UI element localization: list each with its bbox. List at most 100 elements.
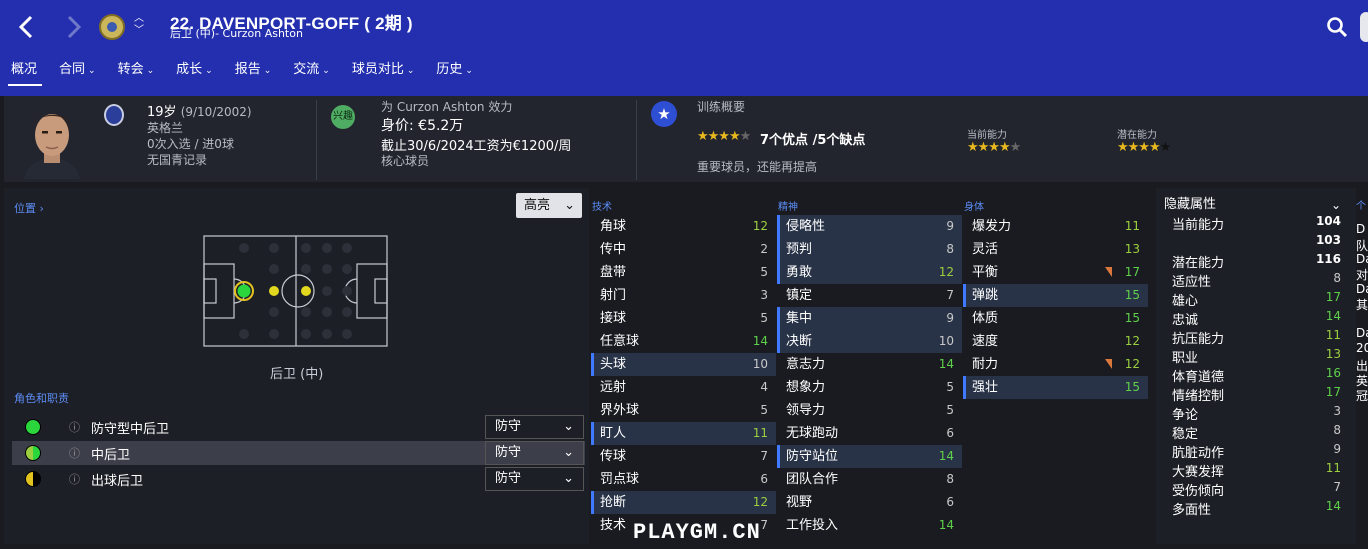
hidden-attribute-value: 17 [1325,385,1341,399]
attribute-row[interactable]: 罚点球 6 [591,468,776,491]
attribute-row[interactable]: 界外球 5 [591,399,776,422]
attribute-name: 平衡 [972,265,999,280]
attribute-value: 8 [946,242,954,256]
attribute-row[interactable]: 领导力 5 [777,399,962,422]
attribute-value: 6 [946,495,954,509]
duty-dropdown[interactable]: 防守 ⌄ [485,441,584,465]
player-value: 身价: €5.2万 [381,118,464,134]
hidden-attributes-title: 隐藏属性 [1164,197,1217,212]
attribute-value: 12 [752,495,768,509]
tab-development[interactable]: 成长 ⌄ [165,60,224,86]
tab-overview[interactable]: 概况 [0,60,48,86]
attribute-row[interactable]: 爆发力 11 [963,215,1148,238]
attribute-row[interactable]: 勇敢 12 [777,261,962,284]
search-icon[interactable] [1326,16,1348,38]
role-row[interactable]: ⓘ 防守型中后卫 防守 ⌄ [12,415,585,439]
potential-ability-label: 潜在能力 [1117,130,1157,141]
role-suitability-icon [25,419,41,435]
attribute-name: 盯人 [600,426,627,441]
chevron-up-icon[interactable]: ︿ [134,13,144,25]
hidden-attribute-name: 情绪控制 [1172,389,1225,404]
attribute-row[interactable]: 射门 3 [591,284,776,307]
tab-transfer[interactable]: 转会 ⌄ [107,60,166,86]
role-row[interactable]: ⓘ 出球后卫 防守 ⌄ [12,467,585,491]
attribute-row[interactable]: 灵活 13 [963,238,1148,261]
hidden-attribute-row: 抗压能力 11 [1172,328,1342,347]
hidden-attribute-row: 体育道德 16 [1172,366,1342,385]
tab-history[interactable]: 历史 ⌄ [425,60,484,86]
hidden-attribute-value: 8 [1333,423,1341,437]
attribute-row[interactable]: 决断 10 [777,330,962,353]
attribute-value: 2 [760,242,768,256]
attribute-row[interactable]: 弹跳 15 [963,284,1148,307]
info-icon[interactable]: ⓘ [69,419,80,434]
hidden-attribute-value: 11 [1325,328,1341,342]
chevron-down-icon[interactable]: ﹀ [134,25,144,37]
hidden-attribute-name: 雄心 [1172,294,1199,309]
chevron-down-icon: ⌄ [563,445,574,460]
info-icon[interactable]: ⓘ [69,471,80,486]
watermark: PLAYGM.CN [633,520,761,545]
decline-arrow-icon [1105,359,1112,369]
chevron-down-icon[interactable]: ⌄ [1331,198,1341,212]
tab-label: 概况 [11,62,38,77]
attribute-row[interactable]: 视野 6 [777,491,962,514]
attribute-row[interactable]: 接球 5 [591,307,776,330]
attribute-row[interactable]: 镇定 7 [777,284,962,307]
attribute-row[interactable]: 强壮 15 [963,376,1148,399]
attribute-name: 远射 [600,380,627,395]
tab-compare[interactable]: 球员对比 ⌄ [341,60,426,86]
attribute-row[interactable]: 集中 9 [777,307,962,330]
hidden-attribute-name: 大赛发挥 [1172,465,1225,480]
tab-contract[interactable]: 合同 ⌄ [48,60,107,86]
duty-dropdown[interactable]: 防守 ⌄ [485,467,584,491]
attribute-name: 传球 [600,449,627,464]
attribute-name: 无球跑动 [786,426,839,441]
duty-dropdown[interactable]: 防守 ⌄ [485,415,584,439]
attribute-row[interactable]: 防守站位 14 [777,445,962,468]
attribute-row[interactable]: 任意球 14 [591,330,776,353]
attribute-row[interactable]: 盯人 11 [591,422,776,445]
attribute-row[interactable]: 传球 7 [591,445,776,468]
attribute-row[interactable]: 盘带 5 [591,261,776,284]
attribute-row[interactable]: 速度 12 [963,330,1148,353]
hidden-attribute-value: 13 [1325,347,1341,361]
attribute-row[interactable]: 团队合作 8 [777,468,962,491]
info-icon[interactable]: ⓘ [69,445,80,460]
attribute-value: 9 [946,219,954,233]
attribute-row[interactable]: 头球 10 [591,353,776,376]
position-link[interactable]: 位置 › [14,200,44,216]
chevron-down-icon: ⌄ [564,198,575,213]
attribute-row[interactable]: 体质 15 [963,307,1148,330]
hidden-attribute-value: 16 [1325,366,1341,380]
attribute-row[interactable]: 远射 4 [591,376,776,399]
attribute-row[interactable]: 平衡 17 [963,261,1148,284]
forward-button[interactable] [60,12,88,42]
attribute-value: 14 [938,357,954,371]
tab-reports[interactable]: 报告 ⌄ [224,60,283,86]
role-row[interactable]: ⓘ 中后卫 防守 ⌄ [12,441,585,465]
attribute-row[interactable]: 抢断 12 [591,491,776,514]
attribute-row[interactable]: 侵略性 9 [777,215,962,238]
hidden-attribute-row: 忠诚 14 [1172,309,1342,328]
chevron-down-icon: ⌄ [146,66,155,76]
attribute-value: 12 [938,265,954,279]
attribute-value: 6 [946,426,954,440]
technical-attributes: 角球 12 传中 2 盘带 5 射门 3 接球 5 任意球 14 头球 10 远射 4 界外球 5 盯人 11 传球 7 罚… [591,215,776,537]
attribute-row[interactable]: 想象力 5 [777,376,962,399]
highlight-dropdown[interactable]: 高亮 ⌄ [516,193,582,218]
attribute-row[interactable]: 角球 12 [591,215,776,238]
hidden-attribute-row: 受伤倾向 7 [1172,480,1342,499]
tab-interaction[interactable]: 交流 ⌄ [282,60,341,86]
attribute-row[interactable]: 预判 8 [777,238,962,261]
attribute-row[interactable]: 无球跑动 6 [777,422,962,445]
player-switcher[interactable]: ︿ ﹀ [134,13,144,37]
attribute-row[interactable]: 耐力 12 [963,353,1148,376]
attribute-row[interactable]: 传中 2 [591,238,776,261]
attribute-row[interactable]: 工作投入 14 [777,514,962,537]
roles-title: 角色和职责 [14,392,69,405]
back-button[interactable] [12,12,40,42]
physical-attributes: 爆发力 11 灵活 13 平衡 17 弹跳 15 体质 15 速度 12 耐力 12 强壮 15 [963,215,1148,399]
attribute-row[interactable]: 意志力 14 [777,353,962,376]
dob-value: (9/10/2002) [180,105,252,119]
